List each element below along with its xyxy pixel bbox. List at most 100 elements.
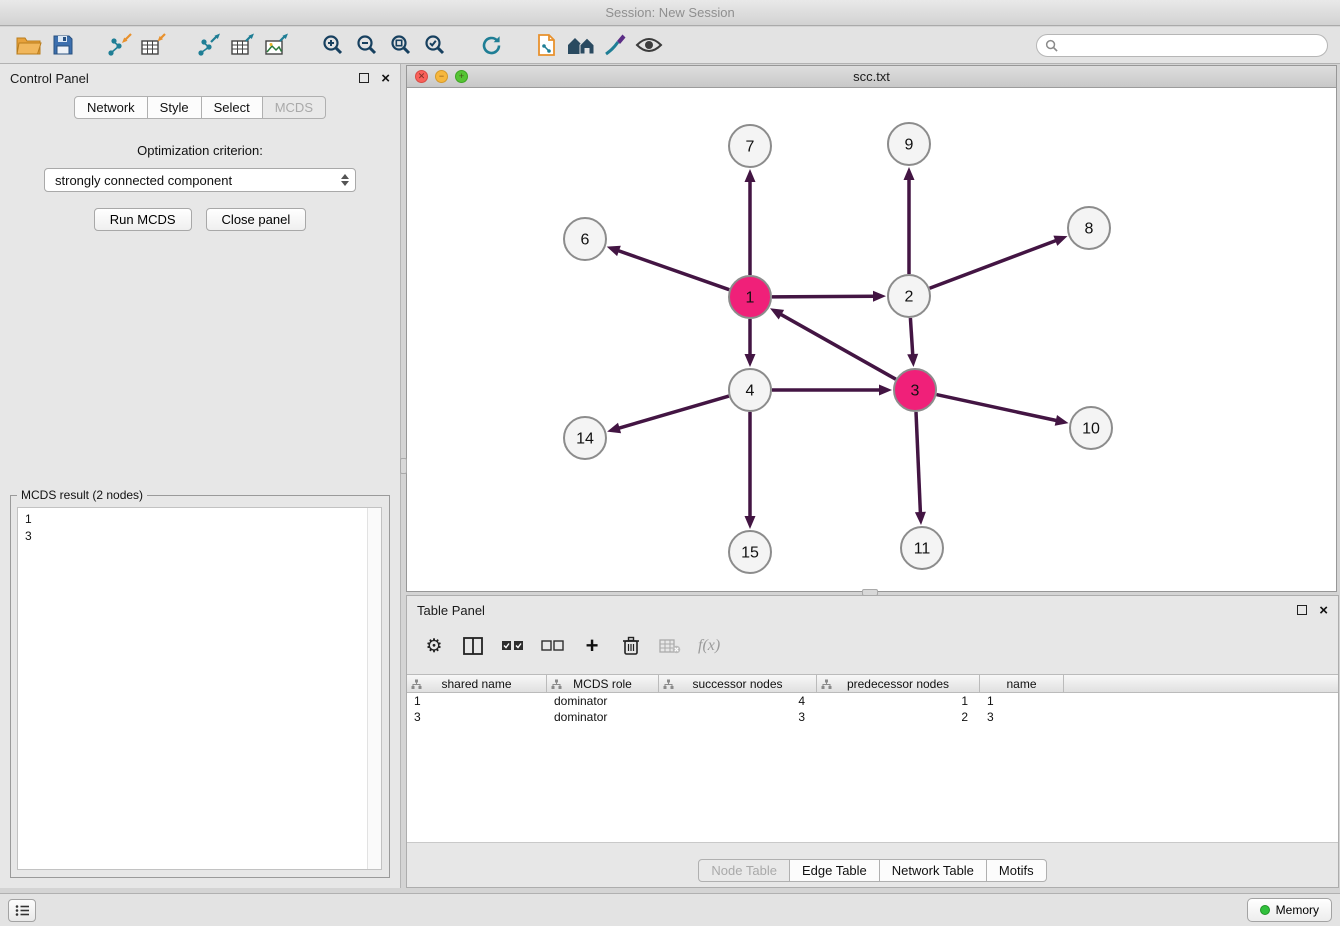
zoom-selected-icon [424, 34, 446, 56]
graph-node-10[interactable]: 10 [1070, 407, 1112, 449]
trash-icon [622, 636, 640, 656]
show-details-button[interactable] [632, 29, 666, 61]
table-panel-float-button[interactable] [1297, 605, 1307, 615]
graph-edge-2-8[interactable] [930, 240, 1059, 289]
table-settings-button[interactable]: ⚙ [423, 633, 445, 659]
graph-node-15[interactable]: 15 [729, 531, 771, 573]
select-all-rows-button[interactable] [501, 633, 524, 659]
deselect-all-rows-button[interactable] [541, 633, 564, 659]
graph-edge-arrow-3-11 [915, 512, 926, 525]
control-panel-float-button[interactable] [359, 73, 369, 83]
add-column-button[interactable]: + [581, 633, 603, 659]
network-canvas[interactable]: 7 9 6 8 1 2 4 3 14 10 15 11 [407, 88, 1336, 591]
horizontal-splitter-handle[interactable] [862, 589, 878, 596]
tab-select[interactable]: Select [202, 96, 263, 119]
table-panel-close-button[interactable]: × [1319, 603, 1328, 618]
zoom-out-button[interactable] [350, 29, 384, 61]
vertical-splitter[interactable] [401, 64, 406, 888]
column-header-shared-name[interactable]: shared name [407, 675, 547, 692]
import-network-button[interactable] [102, 29, 136, 61]
graph-node-4[interactable]: 4 [729, 369, 771, 411]
function-builder-button[interactable]: f(x) [698, 633, 720, 659]
open-session-button[interactable] [12, 29, 46, 61]
export-table-button[interactable] [226, 29, 260, 61]
zoom-in-button[interactable] [316, 29, 350, 61]
close-panel-button[interactable]: Close panel [206, 208, 307, 231]
plus-icon: + [586, 636, 599, 656]
graph-node-8[interactable]: 8 [1068, 207, 1110, 249]
homes-icon [566, 34, 596, 56]
export-image-button[interactable] [260, 29, 294, 61]
graph-edge-arrow-4-14 [607, 423, 621, 434]
column-edit-icon [663, 679, 674, 690]
graph-edge-2-3[interactable] [910, 318, 913, 357]
task-history-button[interactable] [8, 899, 36, 922]
search-input[interactable] [1063, 38, 1319, 52]
delete-column-button[interactable] [620, 633, 642, 659]
save-session-button[interactable] [46, 29, 80, 61]
tab-mcds[interactable]: MCDS [263, 96, 326, 119]
export-network-button[interactable] [192, 29, 226, 61]
graph-edge-4-14[interactable] [617, 396, 729, 429]
apply-style-button[interactable] [598, 29, 632, 61]
graph-edge-3-11[interactable] [916, 412, 921, 515]
optimization-criterion-select[interactable]: strongly connected component [44, 168, 356, 192]
run-mcds-button[interactable]: Run MCDS [94, 208, 192, 231]
folder-open-icon [16, 34, 42, 56]
cell-name: 1 [980, 693, 1064, 709]
cell-successor-nodes: 4 [659, 693, 817, 709]
network-window-title: scc.txt [407, 69, 1336, 84]
control-panel-title: Control Panel [10, 71, 89, 86]
column-header-successor-nodes[interactable]: successor nodes [659, 675, 817, 692]
optimization-criterion-value: strongly connected component [55, 173, 232, 188]
zoom-selected-button[interactable] [418, 29, 452, 61]
zoom-in-icon [322, 34, 344, 56]
tab-style[interactable]: Style [148, 96, 202, 119]
paintbrush-icon [603, 33, 627, 57]
graph-edge-1-6[interactable] [616, 250, 729, 290]
minimize-window-icon[interactable]: − [435, 70, 448, 83]
delete-table-button[interactable] [659, 633, 681, 659]
graph-node-1[interactable]: 1 [729, 276, 771, 318]
import-table-button[interactable] [136, 29, 170, 61]
home-button[interactable] [564, 29, 598, 61]
graph-node-7[interactable]: 7 [729, 125, 771, 167]
tab-node-table[interactable]: Node Table [698, 859, 790, 882]
tab-motifs[interactable]: Motifs [987, 859, 1047, 882]
graph-node-14[interactable]: 14 [564, 417, 606, 459]
tab-network-table[interactable]: Network Table [880, 859, 987, 882]
tab-edge-table[interactable]: Edge Table [790, 859, 880, 882]
graph-edge-3-1[interactable] [779, 313, 896, 379]
memory-button[interactable]: Memory [1247, 898, 1332, 922]
cell-shared-name: 3 [407, 709, 547, 725]
tab-network[interactable]: Network [74, 96, 148, 119]
vertical-splitter-handle[interactable] [400, 458, 407, 474]
result-scrollbar[interactable] [367, 508, 381, 869]
graph-node-9[interactable]: 9 [888, 123, 930, 165]
graph-node-3[interactable]: 3 [894, 369, 936, 411]
close-window-icon[interactable]: ✕ [415, 70, 428, 83]
maximize-window-icon[interactable]: + [455, 70, 468, 83]
table-row[interactable]: 3 dominator 3 2 3 [407, 709, 1338, 725]
zoom-fit-button[interactable] [384, 29, 418, 61]
graph-edge-3-10[interactable] [937, 395, 1059, 421]
graph-edge-1-2[interactable] [772, 296, 876, 297]
optimization-criterion-label: Optimization criterion: [0, 143, 400, 158]
column-edit-icon [411, 679, 422, 690]
graph-edge-arrow-1-7 [745, 169, 756, 182]
column-header-name[interactable]: name [980, 675, 1064, 692]
column-header-mcds-role[interactable]: MCDS role [547, 675, 659, 692]
table-row[interactable]: 1 dominator 4 1 1 [407, 693, 1338, 709]
graph-node-2[interactable]: 2 [888, 275, 930, 317]
network-document-button[interactable] [530, 29, 564, 61]
memory-status-icon [1260, 905, 1270, 915]
column-header-predecessor-nodes[interactable]: predecessor nodes [817, 675, 980, 692]
graph-node-11[interactable]: 11 [901, 527, 943, 569]
refresh-network-button[interactable] [474, 29, 508, 61]
show-columns-button[interactable] [462, 633, 484, 659]
mcds-result-line: 3 [25, 528, 374, 545]
search-icon [1045, 39, 1058, 52]
graph-node-6[interactable]: 6 [564, 218, 606, 260]
network-graph[interactable]: 7 9 6 8 1 2 4 3 14 10 15 11 [407, 88, 1336, 591]
control-panel-close-button[interactable]: × [381, 71, 390, 86]
